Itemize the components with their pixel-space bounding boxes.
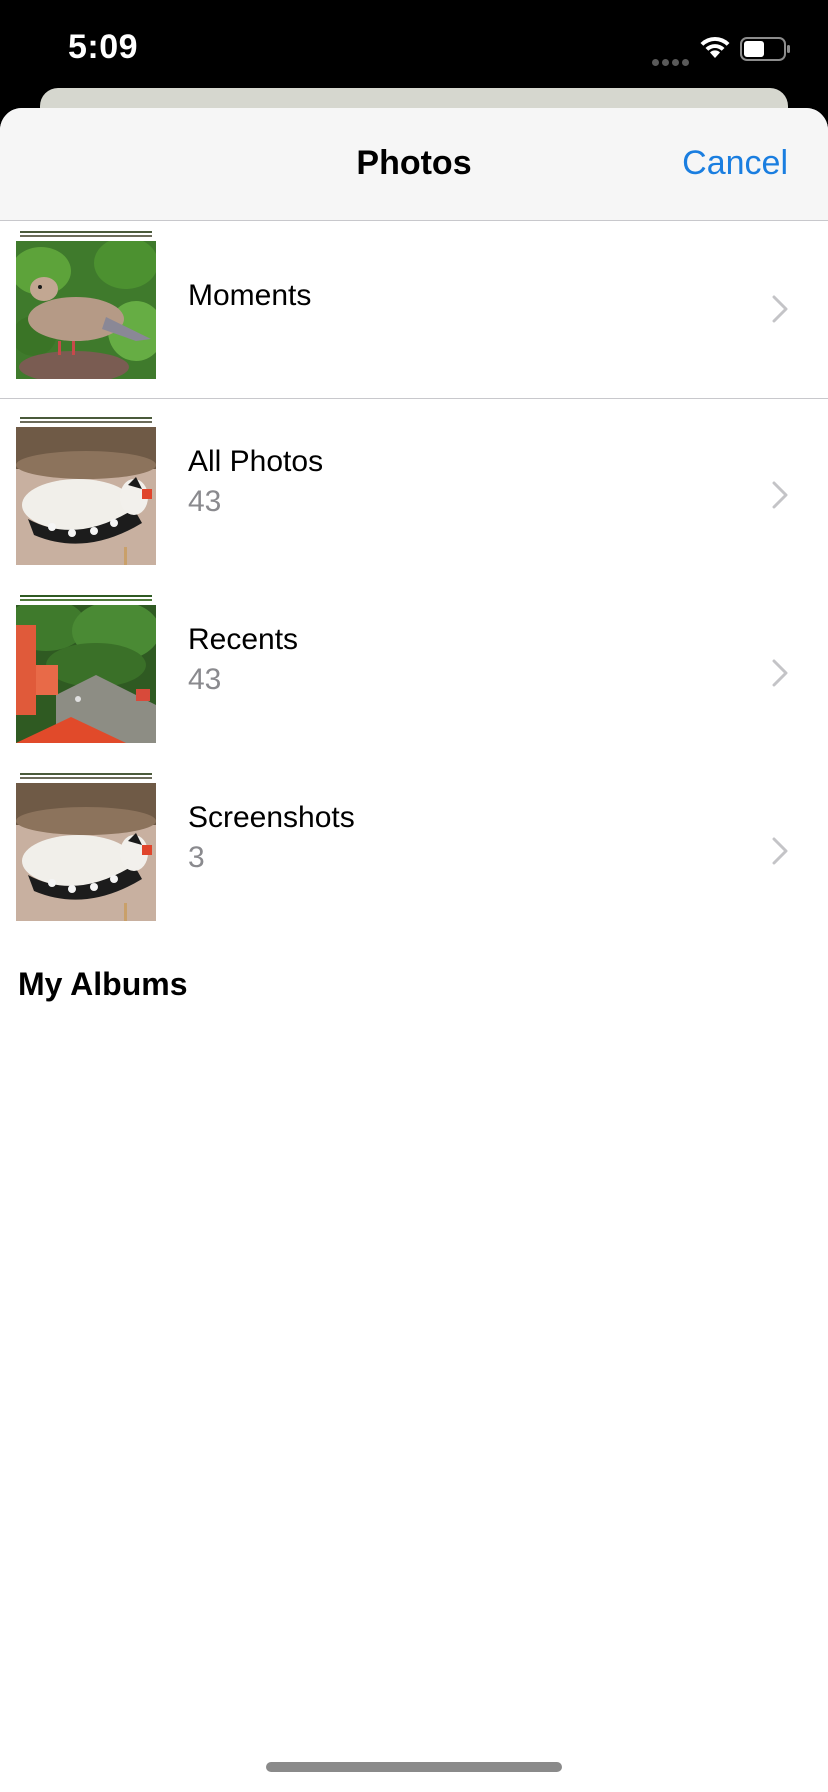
album-count: 43	[188, 663, 222, 696]
album-count: 3	[188, 841, 205, 874]
album-thumbnail-stack	[16, 231, 156, 379]
album-row-moments[interactable]: Moments	[0, 221, 828, 399]
woodpecker-photo-thumbnail-icon	[16, 427, 156, 565]
status-bar: 5:09	[0, 0, 828, 90]
dove-photo-thumbnail-icon	[16, 241, 156, 379]
album-thumbnail-stack	[16, 773, 156, 921]
garden-photo-thumbnail-icon	[16, 605, 156, 743]
battery-icon	[740, 37, 790, 61]
album-name: Recents	[188, 623, 299, 656]
chevron-right-icon	[772, 837, 788, 865]
cellular-signal-icon	[652, 53, 692, 66]
chevron-right-icon	[772, 659, 788, 687]
section-header-my-albums: My Albums	[18, 966, 188, 1002]
woodpecker-photo-thumbnail-icon	[16, 783, 156, 921]
screen: 5:09 Photos Cancel Moments All Photos 43…	[0, 0, 828, 1792]
chevron-right-icon	[772, 481, 788, 509]
album-count: 43	[188, 485, 222, 518]
album-name: Moments	[188, 279, 312, 312]
photo-picker-sheet: Photos Cancel Moments All Photos 43 Rece…	[0, 108, 828, 1792]
album-thumbnail-stack	[16, 417, 156, 565]
chevron-right-icon	[772, 295, 788, 323]
album-row-screenshots[interactable]: Screenshots 3	[0, 755, 828, 933]
album-name: Screenshots	[188, 801, 355, 834]
navigation-bar: Photos Cancel	[0, 108, 828, 221]
home-indicator[interactable]	[266, 1762, 562, 1772]
album-row-recents[interactable]: Recents 43	[0, 577, 828, 755]
wifi-icon	[700, 36, 730, 58]
cancel-button[interactable]: Cancel	[682, 144, 788, 183]
album-thumbnail-stack	[16, 595, 156, 743]
status-time: 5:09	[68, 28, 139, 66]
album-name: All Photos	[188, 445, 324, 478]
album-row-all-photos[interactable]: All Photos 43	[0, 399, 828, 577]
